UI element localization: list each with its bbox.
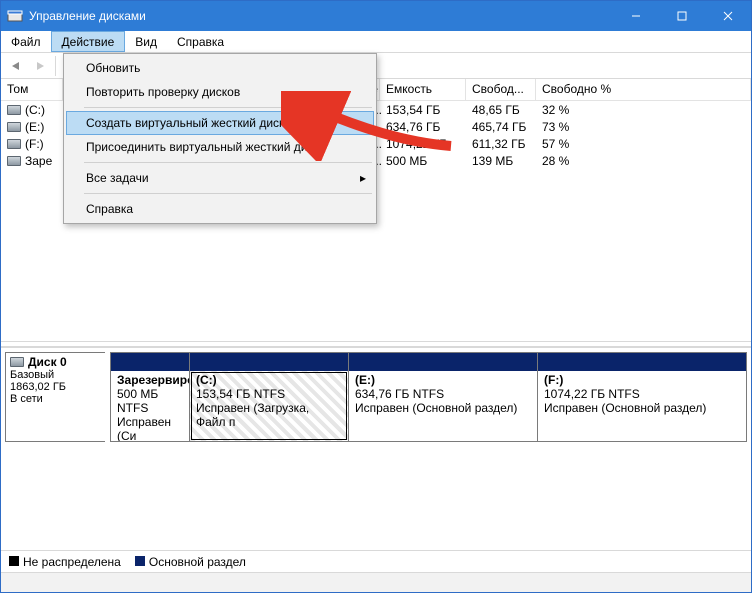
menu-file[interactable]: Файл xyxy=(1,31,51,52)
menubar: Файл Действие Вид Справка xyxy=(1,31,751,53)
disk-icon xyxy=(10,357,24,367)
disk-row: Диск 0 Базовый 1863,02 ГБ В сети Зарезер… xyxy=(5,352,747,442)
menu-attach-vhd[interactable]: Присоединить виртуальный жесткий диск xyxy=(66,135,374,159)
disk-size: 1863,02 ГБ xyxy=(10,381,101,393)
cell-vol: (C:) xyxy=(25,103,45,117)
action-menu-dropdown: Обновить Повторить проверку дисков Созда… xyxy=(63,53,377,224)
chevron-right-icon: ▸ xyxy=(360,171,366,185)
cell-cap: 500 МБ xyxy=(380,154,466,168)
menu-action[interactable]: Действие xyxy=(51,31,126,52)
menu-refresh[interactable]: Обновить xyxy=(66,56,374,80)
menu-view[interactable]: Вид xyxy=(125,31,167,52)
col-capacity[interactable]: Емкость xyxy=(380,79,466,100)
close-button[interactable] xyxy=(705,1,751,31)
part-size: 153,54 ГБ NTFS xyxy=(196,387,342,401)
titlebar: Управление дисками xyxy=(1,1,751,31)
menu-separator xyxy=(84,193,372,194)
cell-pct: 73 % xyxy=(536,120,751,134)
legend-unallocated: Не распределена xyxy=(9,555,121,569)
disk-name: Диск 0 xyxy=(28,355,67,369)
window-title: Управление дисками xyxy=(29,9,613,23)
col-free[interactable]: Свобод... xyxy=(466,79,536,100)
part-size: 1074,22 ГБ NTFS xyxy=(544,387,740,401)
partition[interactable]: Зарезервиро 500 МБ NTFS Исправен (Си xyxy=(110,352,190,442)
legend: Не распределена Основной раздел xyxy=(1,550,751,572)
partition[interactable]: (F:) 1074,22 ГБ NTFS Исправен (Основной … xyxy=(537,352,747,442)
part-name: Зарезервиро xyxy=(117,373,183,387)
cell-free: 48,65 ГБ xyxy=(466,103,536,117)
cell-cap: 634,76 ГБ xyxy=(380,120,466,134)
nav-back-button[interactable] xyxy=(5,55,27,77)
app-icon xyxy=(7,8,23,24)
menu-separator xyxy=(84,162,372,163)
menu-rescan[interactable]: Повторить проверку дисков xyxy=(66,80,374,104)
cell-vol: (F:) xyxy=(25,137,44,151)
cell-free: 139 МБ xyxy=(466,154,536,168)
part-size: 634,76 ГБ NTFS xyxy=(355,387,531,401)
cell-pct: 32 % xyxy=(536,103,751,117)
cell-pct: 28 % xyxy=(536,154,751,168)
cell-free: 611,32 ГБ xyxy=(466,137,536,151)
part-name: (E:) xyxy=(355,373,531,387)
minimize-button[interactable] xyxy=(613,1,659,31)
menu-help[interactable]: Справка xyxy=(167,31,234,52)
disk-type: Базовый xyxy=(10,369,101,381)
partition-selected[interactable]: (C:) 153,54 ГБ NTFS Исправен (Загрузка, … xyxy=(189,352,349,442)
cell-vol: Заре xyxy=(25,154,52,168)
partition[interactable]: (E:) 634,76 ГБ NTFS Исправен (Основной р… xyxy=(348,352,538,442)
part-state: Исправен (Си xyxy=(117,415,183,441)
part-name: (C:) xyxy=(196,373,342,387)
cell-cap: 153,54 ГБ xyxy=(380,103,466,117)
disk-status: В сети xyxy=(10,393,101,405)
part-name: (F:) xyxy=(544,373,740,387)
col-pct[interactable]: Свободно % xyxy=(536,79,751,100)
disk-label[interactable]: Диск 0 Базовый 1863,02 ГБ В сети xyxy=(5,352,105,442)
menu-all-tasks[interactable]: Все задачи▸ xyxy=(66,166,374,190)
part-state: Исправен (Основной раздел) xyxy=(544,401,740,415)
part-state: Исправен (Загрузка, Файл п xyxy=(196,401,342,429)
menu-create-vhd[interactable]: Создать виртуальный жесткий диск xyxy=(66,111,374,135)
statusbar xyxy=(1,572,751,592)
maximize-button[interactable] xyxy=(659,1,705,31)
toolbar-separator xyxy=(55,56,56,76)
drive-icon xyxy=(7,139,21,149)
cell-pct: 57 % xyxy=(536,137,751,151)
legend-primary: Основной раздел xyxy=(135,555,246,569)
menu-separator xyxy=(84,107,372,108)
part-size: 500 МБ NTFS xyxy=(117,387,183,415)
part-state: Исправен (Основной раздел) xyxy=(355,401,531,415)
disk-map: Диск 0 Базовый 1863,02 ГБ В сети Зарезер… xyxy=(1,347,751,550)
nav-forward-button[interactable] xyxy=(29,55,51,77)
cell-cap: 1074,22 ГБ xyxy=(380,137,466,151)
drive-icon xyxy=(7,122,21,132)
cell-free: 465,74 ГБ xyxy=(466,120,536,134)
drive-icon xyxy=(7,105,21,115)
menu-help2[interactable]: Справка xyxy=(66,197,374,221)
col-volume[interactable]: Том xyxy=(1,79,63,100)
drive-icon xyxy=(7,156,21,166)
cell-vol: (E:) xyxy=(25,120,44,134)
